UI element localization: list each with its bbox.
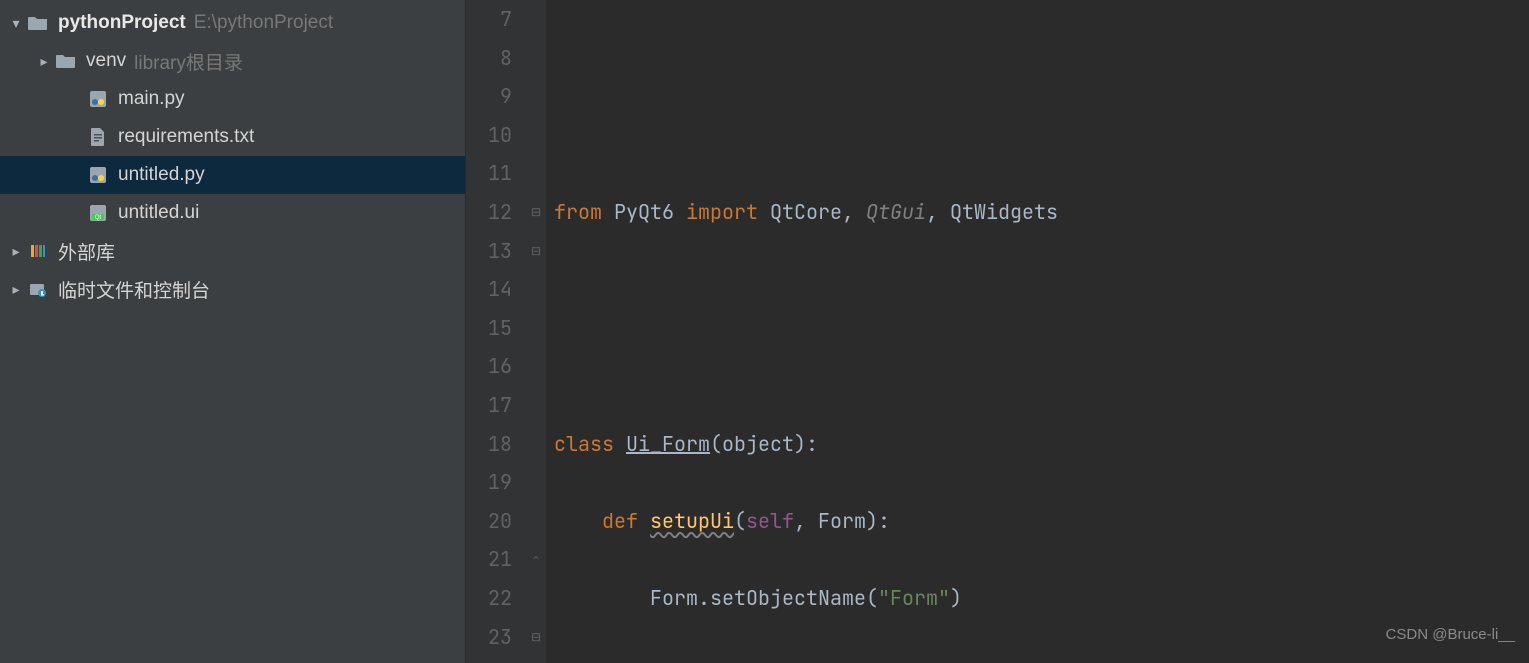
chevron-right-icon: ▸ <box>6 243 26 260</box>
tree-item-requirements[interactable]: ▸ requirements.txt <box>0 118 465 156</box>
python-file-icon <box>86 90 110 108</box>
tree-external-libraries[interactable]: ▸ 外部库 <box>0 232 465 270</box>
chevron-right-icon: ▸ <box>6 281 26 298</box>
tree-item-label: venv <box>86 50 126 72</box>
tree-item-label: untitled.ui <box>118 202 199 224</box>
tree-item-label: untitled.py <box>118 164 205 186</box>
watermark: CSDN @Bruce-li__ <box>1386 616 1515 655</box>
tree-item-label: main.py <box>118 88 185 110</box>
tree-item-untitled-ui[interactable]: ▸ Qt untitled.ui <box>0 194 465 232</box>
chevron-right-icon: ▸ <box>34 53 54 70</box>
tree-item-hint: library根目录 <box>134 48 243 75</box>
folder-icon <box>54 53 78 69</box>
tree-item-label: 临时文件和控制台 <box>58 276 210 303</box>
tree-item-venv[interactable]: ▸ venv library根目录 <box>0 42 465 80</box>
chevron-down-icon: ▾ <box>6 15 26 32</box>
scratches-icon <box>26 280 50 298</box>
qt-file-icon: Qt <box>86 204 110 222</box>
code-editor[interactable]: 78910 11121314 15161718 19202122 23 ⊟ ⊟ … <box>466 0 1529 663</box>
gutter: 78910 11121314 15161718 19202122 23 <box>466 0 526 663</box>
tree-root-path: E:\pythonProject <box>194 12 333 34</box>
folder-icon <box>26 15 50 31</box>
fold-marker-icon[interactable]: ⊟ <box>526 193 546 232</box>
fold-end-icon[interactable]: ⌃ <box>526 540 546 579</box>
python-file-icon <box>86 166 110 184</box>
tree-root[interactable]: ▾ pythonProject E:\pythonProject <box>0 4 465 42</box>
tree-root-name: pythonProject <box>58 12 186 34</box>
tree-item-main-py[interactable]: ▸ main.py <box>0 80 465 118</box>
tree-scratches[interactable]: ▸ 临时文件和控制台 <box>0 270 465 308</box>
fold-marker-icon[interactable]: ⊟ <box>526 232 546 271</box>
fold-column[interactable]: ⊟ ⊟ ⌃ ⊟ <box>526 0 546 663</box>
project-tree[interactable]: ▾ pythonProject E:\pythonProject ▸ venv … <box>0 0 466 663</box>
fold-marker-icon[interactable]: ⊟ <box>526 618 546 657</box>
svg-text:Qt: Qt <box>95 215 102 221</box>
libraries-icon <box>26 242 50 260</box>
tree-item-label: requirements.txt <box>118 126 254 148</box>
tree-item-label: 外部库 <box>58 238 115 265</box>
tree-item-untitled-py[interactable]: ▸ untitled.py <box>0 156 465 194</box>
text-file-icon <box>86 128 110 146</box>
code-area[interactable]: from PyQt6 import QtCore, QtGui, QtWidge… <box>546 0 1529 663</box>
